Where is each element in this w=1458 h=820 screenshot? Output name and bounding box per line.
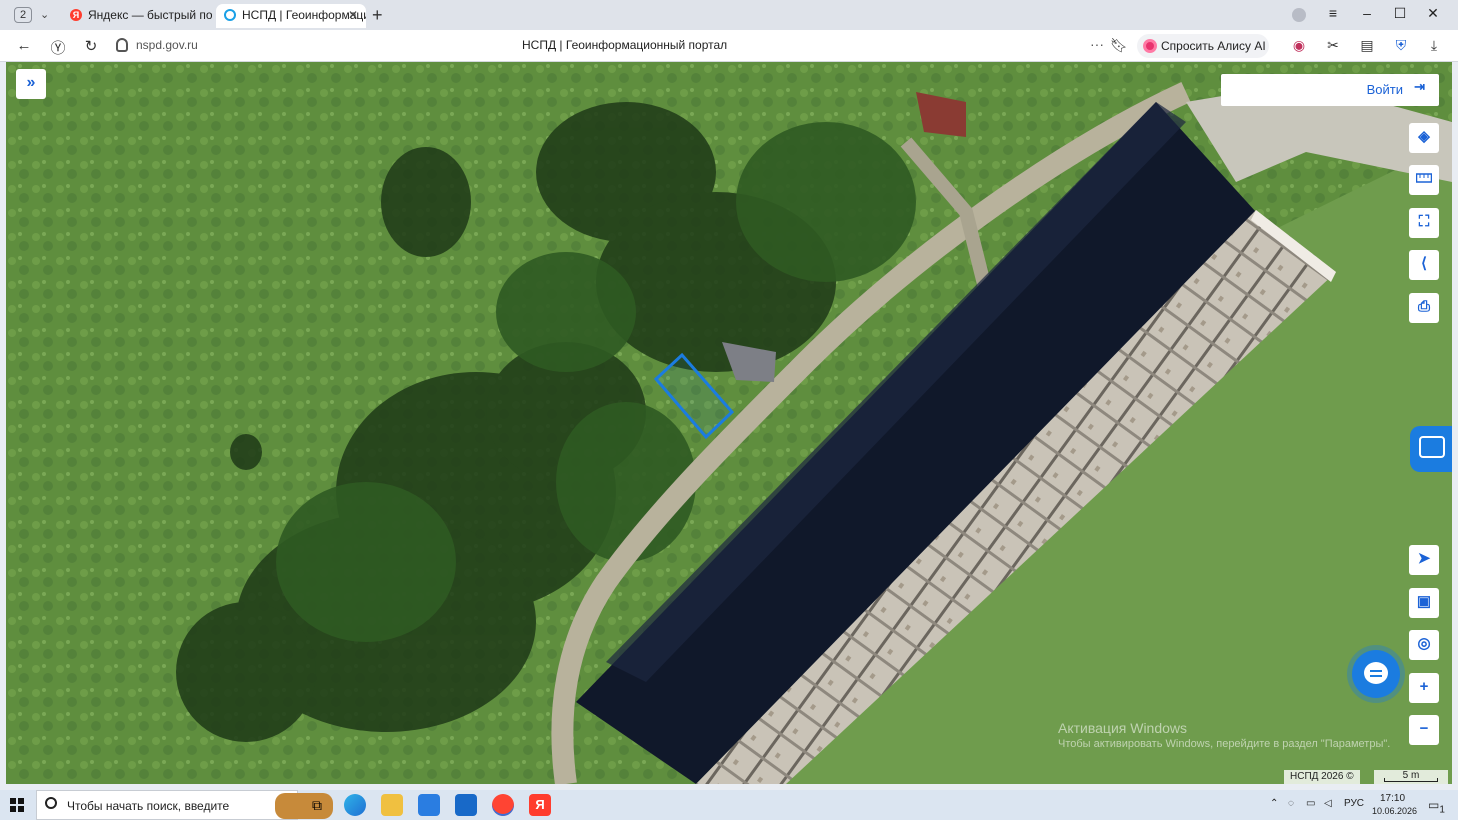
reload-icon[interactable]: ↻ [81,37,101,55]
collections-icon[interactable]: ▤ [1358,37,1376,55]
satellite-imagery [6,62,1452,784]
volume-icon[interactable]: ◁ [1324,798,1332,809]
tab-counter[interactable]: 2 [14,7,32,23]
tab-nspd[interactable]: НСПД | Геоинформаци ✕ [216,4,366,28]
yandex-favicon-icon: Я [70,9,82,21]
notifications-icon[interactable]: ▭1 [1428,798,1445,815]
windows-taskbar: Чтобы начать поиск, введите ⧉ Я ⌃ ◌ ▭ ◁ … [0,790,1458,820]
nspd-favicon-icon [224,9,236,21]
yandex-app-icon[interactable]: Я [529,794,551,816]
bookmark-icon[interactable]: 🔖︎ [1110,37,1128,55]
yandex-browser-icon[interactable] [492,794,514,816]
close-tab-icon[interactable]: ✕ [348,4,358,26]
clock-time[interactable]: 17:10 [1380,793,1405,804]
chat-button[interactable] [1352,650,1400,698]
tab-list-chevron-icon[interactable]: ⌄ [40,8,49,21]
scale-bar [1384,778,1438,782]
address-bar: ← Ⓨ ↻ nspd.gov.ru НСПД | Геоинформационн… [0,30,1458,62]
chat-icon [1364,662,1388,684]
extensions-icon[interactable]: ✂ [1324,37,1342,55]
share-icon[interactable]: ⟨ [1409,250,1439,280]
minimize-icon[interactable]: – [1355,5,1379,21]
mail-icon[interactable] [455,794,477,816]
notification-count: 1 [1439,804,1445,816]
tab-label: Яндекс — быстрый поиск [88,8,212,22]
feedback-tab[interactable] [1410,426,1452,472]
browser-titlebar: 2 ⌄ Я Яндекс — быстрый поиск НСПД | Геои… [0,0,1458,30]
close-window-icon[interactable]: ✕ [1421,5,1445,22]
security-icon[interactable]: ⛨ [1392,37,1410,55]
ruler-icon[interactable] [1409,165,1439,195]
more-icon[interactable]: ··· [1090,36,1104,52]
map-view[interactable]: » Войти ⇥ ◈ ⛶ ⟨ ⎙ ➤ ▣ ◎ + − Активация Wi… [6,62,1452,784]
back-icon[interactable]: ← [14,37,34,54]
zoom-in-icon[interactable]: + [1409,673,1439,703]
taskbar-search[interactable]: Чтобы начать поиск, введите [36,790,333,820]
tray-chevron-icon[interactable]: ⌃ [1270,798,1278,809]
explorer-icon[interactable] [381,794,403,816]
tray-onedrive-icon[interactable]: ◌ [1288,798,1294,809]
clock-date[interactable]: 10.06.2026 [1372,806,1417,816]
windows-activation-title: Активация Windows [1058,720,1188,736]
select-area-icon[interactable]: ⛶ [1409,208,1439,238]
login-button[interactable]: Войти [1367,82,1403,97]
locate-icon[interactable]: ➤ [1409,545,1439,575]
map-copyright: НСПД 2026 © [1284,770,1360,784]
download-icon[interactable]: ⤓ [1425,37,1443,55]
layers-icon[interactable]: ◈ [1409,123,1439,153]
login-box[interactable]: Войти ⇥ [1221,74,1439,106]
search-icon [45,797,57,809]
geolocation-icon[interactable]: ◎ [1409,630,1439,660]
edge-icon[interactable] [344,794,366,816]
page-title: НСПД | Геоинформационный портал [522,38,728,52]
url-field[interactable]: nspd.gov.ru [136,38,198,52]
profile-icon[interactable] [1292,8,1306,22]
search-placeholder: Чтобы начать поиск, введите [67,799,230,813]
new-tab-icon[interactable]: + [372,5,383,26]
feedback-icon [1419,436,1445,458]
network-icon[interactable]: ▭ [1306,798,1315,809]
alice-button[interactable]: Спросить Алису AI [1137,34,1269,58]
task-view-icon[interactable]: ⧉ [306,794,328,816]
zoom-out-icon[interactable]: − [1409,715,1439,745]
store-icon[interactable] [418,794,440,816]
menu-icon[interactable]: ≡ [1321,5,1345,21]
map-scale: 5 m [1374,770,1448,784]
login-arrow-icon: ⇥ [1414,79,1425,94]
alice-label: Спросить Алису AI [1161,39,1266,53]
record-icon[interactable]: ◉ [1290,37,1308,55]
start-icon[interactable] [10,798,24,812]
print-icon[interactable]: ⎙ [1409,293,1439,323]
yandex-icon[interactable]: Ⓨ [48,37,68,58]
maximize-icon[interactable]: ☐ [1388,5,1412,22]
minimap-icon[interactable]: ▣ [1409,588,1439,618]
lock-icon[interactable] [116,38,128,52]
windows-activation-text: Чтобы активировать Windows, перейдите в … [1058,738,1391,750]
expand-panel-button[interactable]: » [16,69,46,99]
language-indicator[interactable]: РУС [1344,798,1364,809]
tab-yandex[interactable]: Я Яндекс — быстрый поиск [62,4,212,28]
alice-icon [1143,39,1157,53]
